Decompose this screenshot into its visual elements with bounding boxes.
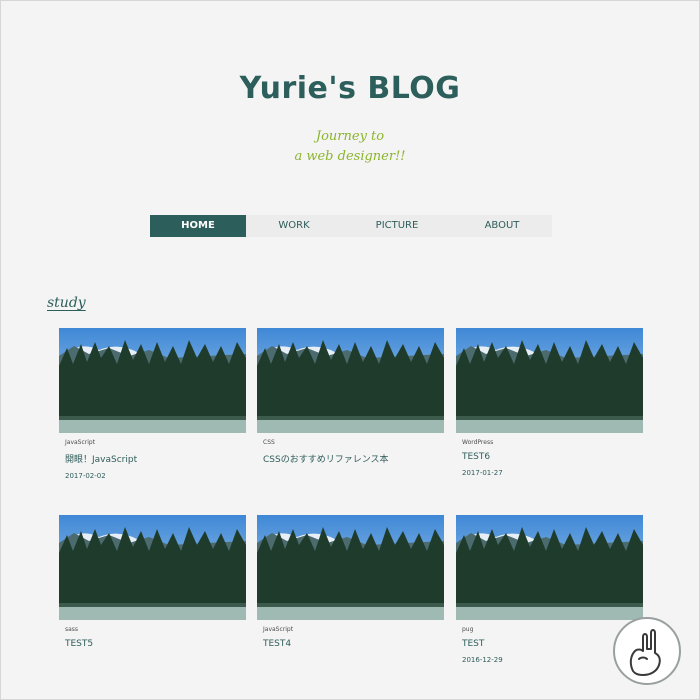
tagline-line-1: Journey to: [315, 129, 385, 144]
post-title[interactable]: TEST4: [257, 639, 444, 649]
post-thumbnail[interactable]: [59, 515, 246, 620]
nav-item-work[interactable]: WORK: [246, 215, 342, 237]
post-category[interactable]: JavaScript: [257, 626, 444, 633]
post-card[interactable]: JavaScript 開眼！JavaScript 2017-02-02: [59, 328, 246, 480]
post-date: 2017-02-02: [65, 472, 106, 480]
post-title[interactable]: CSSのおすすめリファレンス本: [257, 452, 444, 465]
main-nav: HOME WORK PICTURE ABOUT: [150, 215, 552, 237]
tagline: Journey to a web designer!!: [1, 127, 699, 167]
post-card[interactable]: CSS CSSのおすすめリファレンス本: [257, 328, 444, 472]
section-title: study: [47, 295, 86, 311]
post-date: 2017-01-27: [462, 469, 503, 477]
post-category[interactable]: CSS: [257, 439, 444, 446]
post-title[interactable]: TEST6: [456, 452, 643, 462]
rock-hand-icon[interactable]: [613, 617, 681, 685]
nav-item-picture[interactable]: PICTURE: [342, 215, 452, 237]
page-frame: Yurie's BLOG Journey to a web designer!!…: [0, 0, 700, 700]
tagline-line-2: a web designer!!: [294, 149, 406, 164]
post-category[interactable]: sass: [59, 626, 246, 633]
post-title[interactable]: 開眼！JavaScript: [59, 452, 246, 465]
post-title[interactable]: TEST5: [59, 639, 246, 649]
post-thumbnail[interactable]: [456, 515, 643, 620]
post-thumbnail[interactable]: [456, 328, 643, 433]
post-category[interactable]: JavaScript: [59, 439, 246, 446]
post-card[interactable]: sass TEST5: [59, 515, 246, 656]
post-category[interactable]: WordPress: [456, 439, 643, 446]
site-title[interactable]: Yurie's BLOG: [1, 71, 699, 106]
post-thumbnail[interactable]: [257, 328, 444, 433]
nav-item-about[interactable]: ABOUT: [452, 215, 552, 237]
nav-item-home[interactable]: HOME: [150, 215, 246, 237]
post-card[interactable]: WordPress TEST6 2017-01-27: [456, 328, 643, 477]
post-card[interactable]: JavaScript TEST4: [257, 515, 444, 656]
post-thumbnail[interactable]: [59, 328, 246, 433]
post-thumbnail[interactable]: [257, 515, 444, 620]
